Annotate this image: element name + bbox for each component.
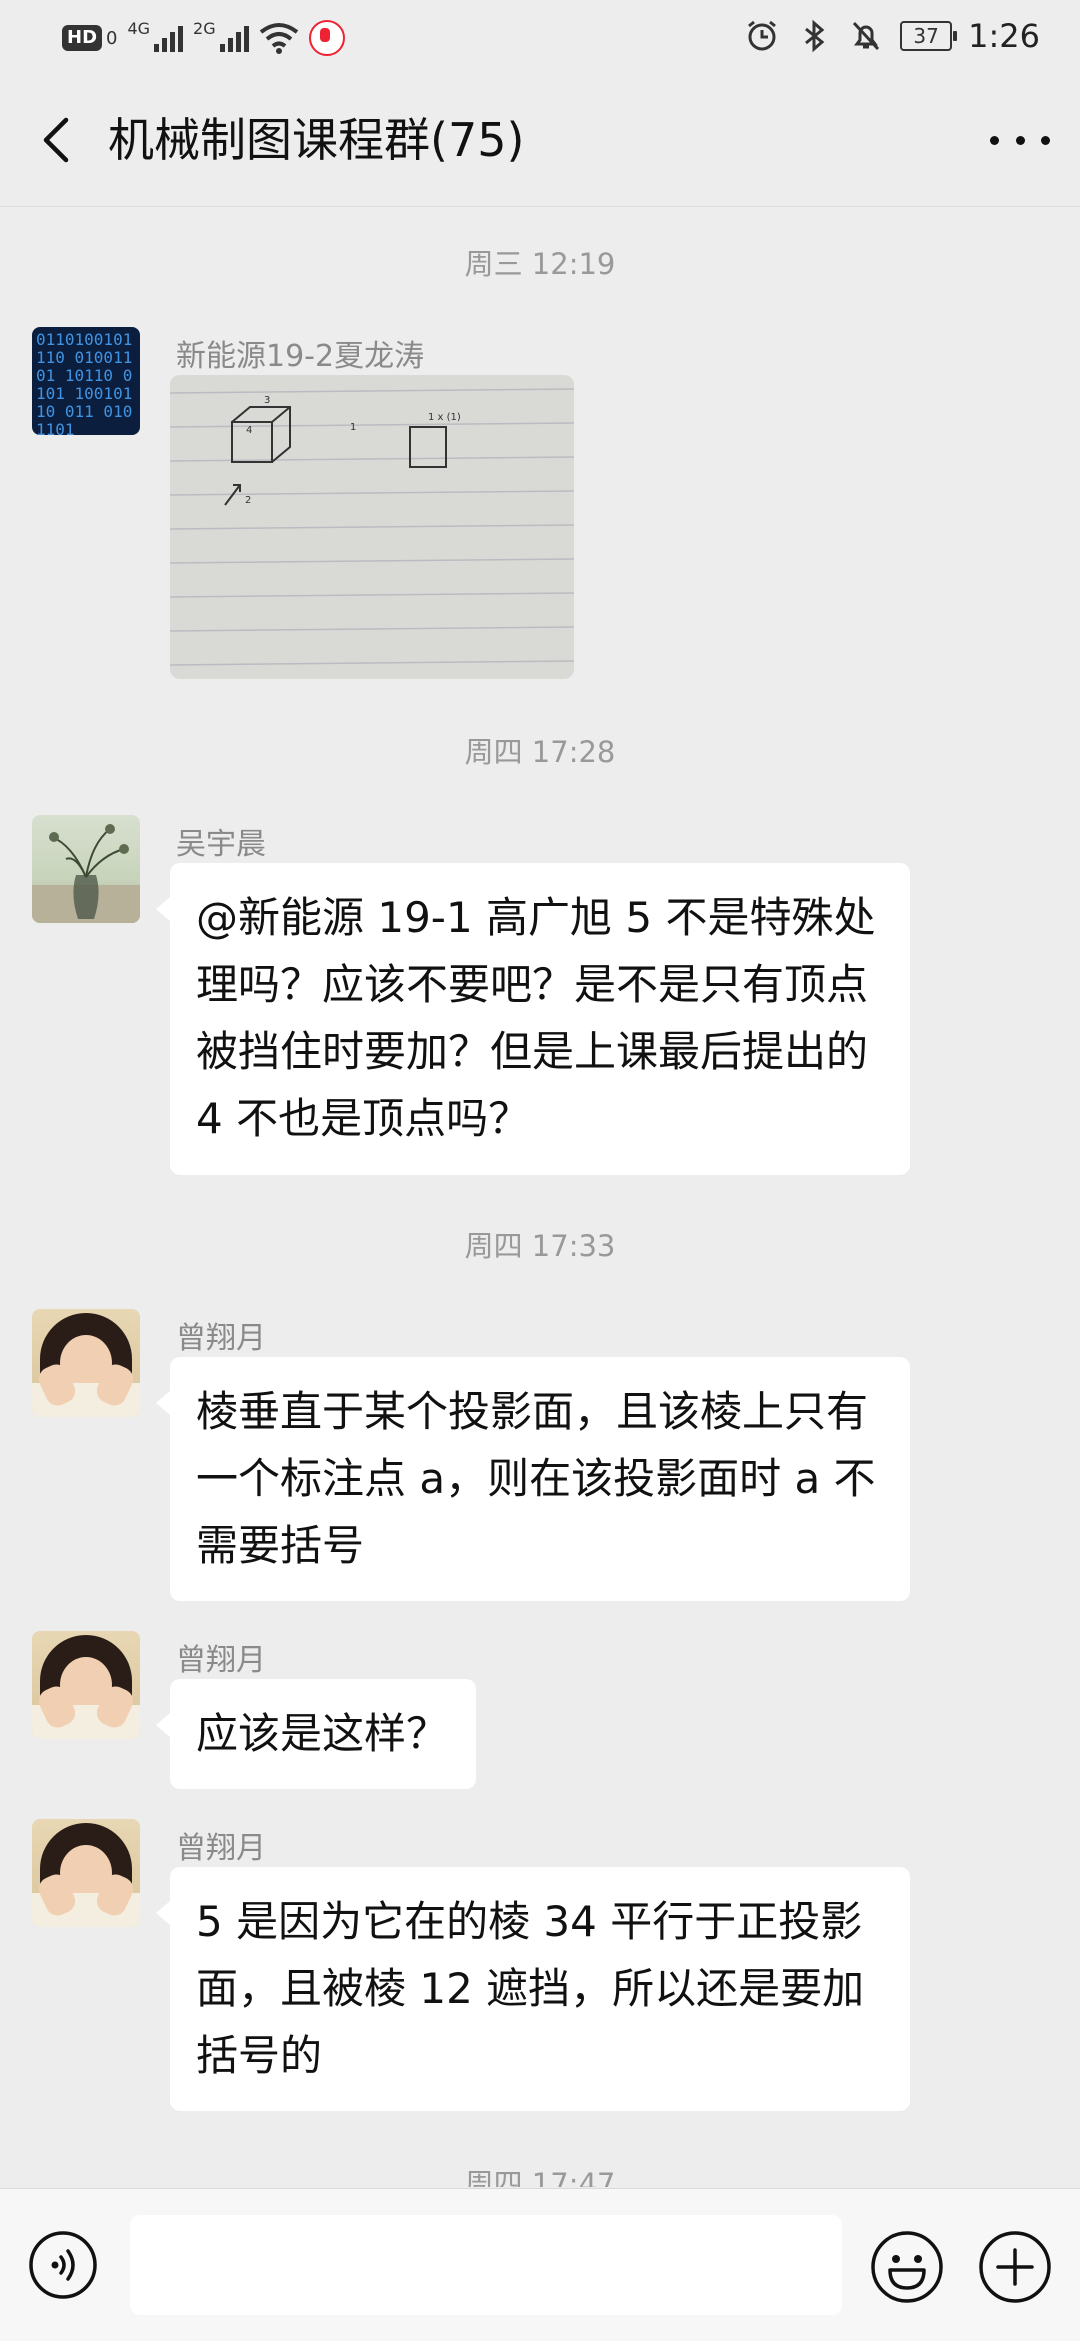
sender-name: 曾翔月 (176, 1321, 266, 1356)
message-bubble[interactable]: 5 是因为它在的棱 34 平行于正投影面，且被棱 12 遮挡，所以还是要加括号的 (156, 1867, 910, 2111)
avatar[interactable] (32, 1309, 140, 1417)
svg-text:1 x (1): 1 x (1) (428, 412, 461, 423)
clock: 1:26 (968, 17, 1040, 55)
sender-name: 曾翔月 (176, 1831, 266, 1866)
avatar[interactable] (32, 1631, 140, 1739)
timestamp: 周三 12:19 (464, 247, 616, 281)
more-dots-icon[interactable] (990, 120, 1050, 160)
hd-sub: 0 (106, 27, 118, 49)
chat-area[interactable]: 周三 12:19 0110100101110 01001101 10110 01… (0, 207, 1080, 2187)
notebook-sketch-image: 3 4 2 1 1 x (1) (170, 375, 574, 679)
svg-text:2: 2 (245, 495, 251, 506)
sender-name: 吴宇晨 (176, 827, 266, 862)
network-type-1: 4G (127, 18, 151, 38)
plus-icon[interactable] (978, 2230, 1052, 2304)
message-bubble[interactable]: 应该是这样？ (156, 1679, 476, 1789)
voice-icon[interactable] (28, 2230, 98, 2300)
timestamp: 周四 17:33 (464, 1229, 616, 1263)
chat-header: 机械制图课程群(75) (0, 72, 1080, 207)
svg-text:3: 3 (264, 395, 270, 406)
network-type-2: 2G (193, 18, 216, 38)
sender-name: 新能源19-2夏龙涛 (176, 339, 425, 374)
emoji-icon[interactable] (870, 2230, 944, 2304)
message-input[interactable] (130, 2215, 842, 2315)
timestamp: 周四 17:47 (464, 2167, 616, 2187)
back-arrow-icon[interactable] (32, 110, 82, 170)
message-bubble[interactable]: 棱垂直于某个投影面，且该棱上只有一个标注点 a，则在该投影面时 a 不需要括号 (156, 1357, 910, 1601)
status-bar: HD 0 4G 2G 37 1:26 (0, 0, 1080, 72)
alarm-icon (748, 20, 777, 51)
status-left: HD 0 4G 2G (62, 18, 345, 58)
wifi-icon (259, 23, 298, 54)
svg-text:4: 4 (246, 425, 252, 436)
status-right: 37 1:26 (744, 14, 1040, 58)
sender-name: 曾翔月 (176, 1643, 266, 1678)
message-bubble[interactable]: @新能源 19-1 高广旭 5 不是特殊处理吗？应该不要吧？是不是只有顶点被挡住… (156, 863, 910, 1175)
bluetooth-icon (805, 19, 825, 53)
svg-text:1: 1 (350, 422, 356, 433)
avatar[interactable] (32, 1819, 140, 1927)
image-message[interactable]: 3 4 2 1 1 x (1) (170, 375, 574, 679)
page-title: 机械制图课程群(75) (108, 113, 525, 167)
mute-bell-icon (853, 21, 880, 51)
timestamp: 周四 17:28 (464, 735, 616, 769)
signal-icon (219, 24, 249, 52)
avatar[interactable]: 0110100101110 01001101 10110 0101 100101… (32, 327, 140, 435)
battery-indicator: 37 (900, 21, 958, 51)
input-bar (0, 2188, 1080, 2341)
hd-badge: HD (62, 25, 103, 51)
signal-icon (154, 24, 184, 52)
avatar[interactable] (32, 815, 140, 923)
notification-app-icon (308, 20, 345, 56)
